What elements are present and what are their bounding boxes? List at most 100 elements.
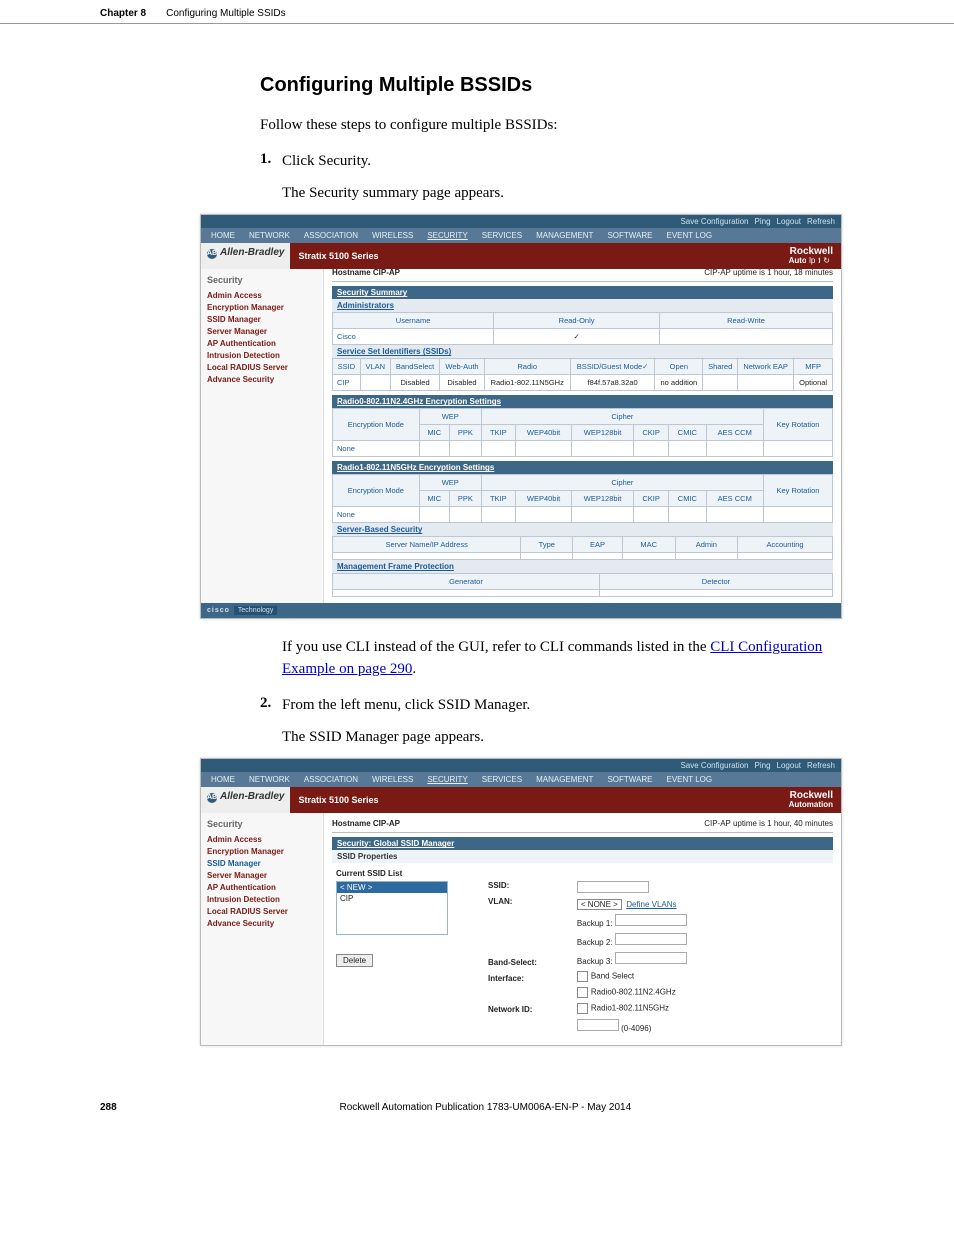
nav-services[interactable]: SERVICES	[482, 775, 522, 784]
vlan-field-label: VLAN:	[488, 897, 512, 906]
bandselect-checkbox[interactable]	[577, 971, 588, 982]
left-local-radius[interactable]: Local RADIUS Server	[207, 363, 317, 372]
ssid-col-9: MFP	[794, 359, 833, 375]
delete-button[interactable]: Delete	[336, 954, 373, 967]
vlan-select[interactable]: < NONE >	[577, 899, 622, 910]
backup1-input[interactable]	[615, 914, 687, 926]
allen-bradley-logo: ABAllen-Bradley	[201, 787, 290, 813]
left-local-radius[interactable]: Local RADIUS Server	[207, 907, 317, 916]
backup3-input[interactable]	[615, 952, 687, 964]
col-readonly: Read-Only	[494, 313, 660, 329]
nav-eventlog[interactable]: EVENT LOG	[666, 231, 712, 240]
left-ap-authentication[interactable]: AP Authentication	[207, 883, 317, 892]
step-1-text: Click Security.	[282, 151, 371, 173]
nav-management[interactable]: MANAGEMENT	[536, 775, 593, 784]
nav-services[interactable]: SERVICES	[482, 231, 522, 240]
bandselect-option-label: Band Select	[591, 972, 634, 981]
page-number: 288	[100, 1102, 117, 1113]
step-1-number: 1.	[260, 151, 282, 173]
ssid-new-option[interactable]: < NEW >	[337, 882, 447, 893]
left-intrusion-detection[interactable]: Intrusion Detection	[207, 351, 317, 360]
ssids-link[interactable]: Service Set Identifiers (SSIDs)	[332, 345, 833, 358]
backup2-input[interactable]	[615, 933, 687, 945]
logout-link[interactable]: Logout	[777, 217, 801, 226]
security-summary-screenshot: Save Configuration Ping Logout Refresh H…	[200, 214, 842, 619]
ss1-topbar: Save Configuration Ping Logout Refresh	[201, 215, 841, 228]
nav-software[interactable]: SOFTWARE	[607, 775, 652, 784]
nav-eventlog[interactable]: EVENT LOG	[666, 775, 712, 784]
ssid-manager-screenshot: Save Configuration Ping Logout Refresh H…	[200, 758, 842, 1046]
nav-security[interactable]: SECURITY	[427, 775, 467, 784]
ssid-input[interactable]	[577, 881, 649, 893]
left-admin-access[interactable]: Admin Access	[207, 291, 317, 300]
nav-wireless[interactable]: WIRELESS	[372, 231, 413, 240]
refresh-link[interactable]: Refresh	[807, 217, 835, 226]
publication-info: Rockwell Automation Publication 1783-UM0…	[340, 1102, 632, 1113]
left-ssid-manager[interactable]: SSID Manager	[207, 315, 317, 324]
ss2-topbar: Save Configuration Ping Logout Refresh	[201, 759, 841, 772]
ss2-right-pane: Hostname CIP-AP CIP-AP uptime is 1 hour,…	[324, 813, 841, 1045]
rockwell-logo: RockwellAutomation	[789, 791, 833, 809]
admin-readwrite	[660, 329, 833, 345]
print-icon[interactable]: lp	[806, 255, 818, 266]
radio1-checkbox[interactable]	[577, 1003, 588, 1014]
ssid-properties-bar: SSID Properties	[332, 850, 833, 863]
refresh-link[interactable]: Refresh	[807, 761, 835, 770]
uptime-1: CIP-AP uptime is 1 hour, 18 minutes	[704, 268, 833, 277]
table-row: None	[333, 441, 833, 457]
step-1-followup: The Security summary page appears.	[282, 183, 854, 205]
left-admin-access[interactable]: Admin Access	[207, 835, 317, 844]
step-2: 2. From the left menu, click SSID Manage…	[260, 695, 854, 717]
networkid-input[interactable]	[577, 1019, 619, 1031]
refresh-icon[interactable]: ↻	[820, 255, 833, 266]
left-ssid-manager[interactable]: SSID Manager	[207, 859, 317, 868]
nav-software[interactable]: SOFTWARE	[607, 231, 652, 240]
nav-home[interactable]: HOME	[211, 775, 235, 784]
save-config-link[interactable]: Save Configuration	[680, 761, 748, 770]
enc0-table: Encryption Mode WEP Cipher Key Rotation …	[332, 408, 833, 457]
page-header: Chapter 8 Configuring Multiple SSIDs	[0, 0, 954, 24]
left-server-manager[interactable]: Server Manager	[207, 327, 317, 336]
left-advance-security[interactable]: Advance Security	[207, 919, 317, 928]
logout-link[interactable]: Logout	[777, 761, 801, 770]
ssid-col-3: Web-Auth	[440, 359, 484, 375]
left-server-manager[interactable]: Server Manager	[207, 871, 317, 880]
nav-wireless[interactable]: WIRELESS	[372, 775, 413, 784]
cisco-logo: cisco	[207, 607, 230, 614]
nav-network[interactable]: NETWORK	[249, 775, 290, 784]
server-security-link[interactable]: Server-Based Security	[332, 523, 833, 536]
ssid-col-4: Radio	[484, 359, 570, 375]
define-vlans-link[interactable]: Define VLANs	[626, 900, 676, 909]
admin-user: Cisco	[333, 329, 494, 345]
left-encryption-manager[interactable]: Encryption Manager	[207, 303, 317, 312]
global-ssid-bar: Security: Global SSID Manager	[332, 837, 833, 850]
mfp-link[interactable]: Management Frame Protection	[332, 560, 833, 573]
interface-field-label: Interface:	[488, 974, 524, 983]
nav-association[interactable]: ASSOCIATION	[304, 775, 358, 784]
radio1-enc-bar[interactable]: Radio1-802.11N5GHz Encryption Settings	[332, 461, 833, 474]
left-category: Security	[207, 275, 317, 285]
left-encryption-manager[interactable]: Encryption Manager	[207, 847, 317, 856]
ping-link[interactable]: Ping	[755, 217, 771, 226]
ssid-col-6: Open	[655, 359, 703, 375]
save-config-link[interactable]: Save Configuration	[680, 217, 748, 226]
left-ap-authentication[interactable]: AP Authentication	[207, 339, 317, 348]
ssid-listbox[interactable]: < NEW > CIP	[336, 881, 448, 935]
ssid-cip-option[interactable]: CIP	[337, 893, 447, 904]
cisco-footer: cisco Technology	[201, 603, 841, 618]
administrators-link[interactable]: Administrators	[332, 299, 833, 312]
radio0-checkbox[interactable]	[577, 987, 588, 998]
nav-network[interactable]: NETWORK	[249, 231, 290, 240]
left-advance-security[interactable]: Advance Security	[207, 375, 317, 384]
ss2-left-nav: Security Admin Access Encryption Manager…	[201, 813, 324, 1045]
table-row	[333, 553, 833, 560]
nav-association[interactable]: ASSOCIATION	[304, 231, 358, 240]
step-2-number: 2.	[260, 695, 282, 717]
ss2-navbar: HOME NETWORK ASSOCIATION WIRELESS SECURI…	[201, 772, 841, 787]
radio0-enc-bar[interactable]: Radio0-802.11N2.4GHz Encryption Settings	[332, 395, 833, 408]
nav-management[interactable]: MANAGEMENT	[536, 231, 593, 240]
nav-home[interactable]: HOME	[211, 231, 235, 240]
nav-security[interactable]: SECURITY	[427, 231, 467, 240]
left-intrusion-detection[interactable]: Intrusion Detection	[207, 895, 317, 904]
ping-link[interactable]: Ping	[755, 761, 771, 770]
